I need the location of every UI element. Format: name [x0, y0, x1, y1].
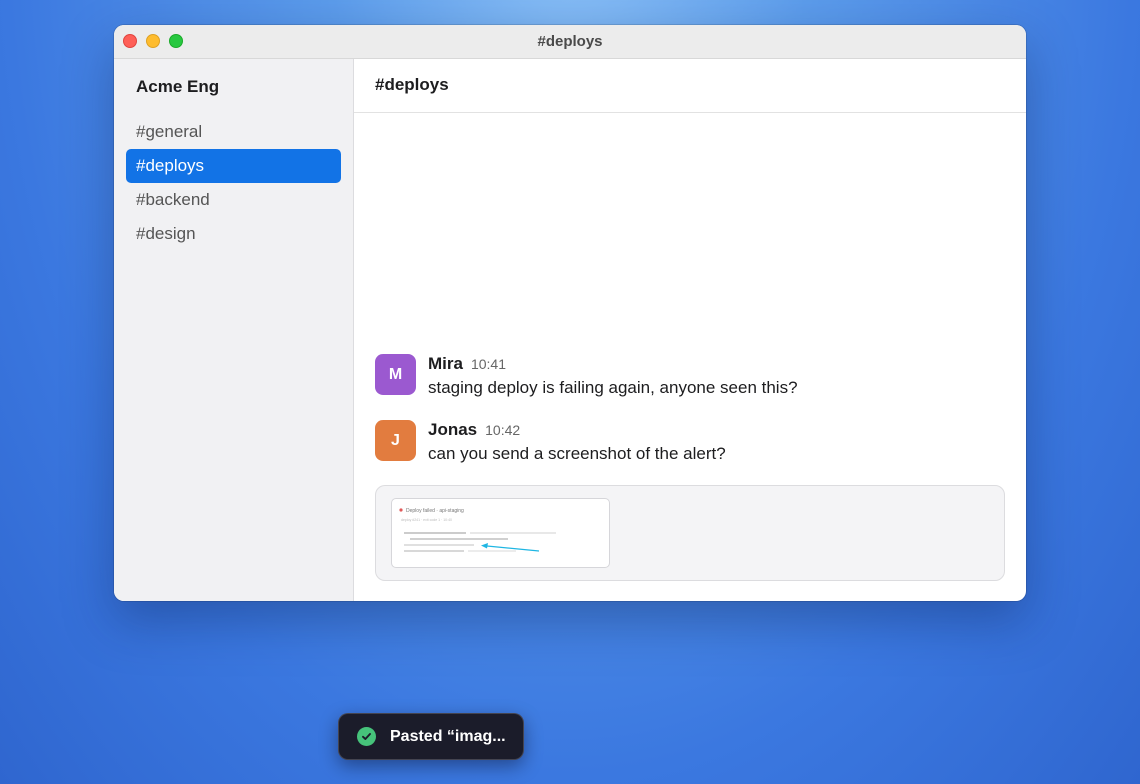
thumbnail-subtitle: deploy #241 · exit code 1 · 10:40 — [401, 518, 452, 522]
sidebar-item-general[interactable]: #general — [126, 115, 341, 149]
sidebar-item-deploys[interactable]: #deploys — [126, 149, 341, 183]
message-timestamp: 10:42 — [485, 422, 521, 438]
close-window-button[interactable] — [123, 34, 137, 48]
message: M Mira 10:41 staging deploy is failing a… — [375, 354, 798, 398]
zoom-window-button[interactable] — [169, 34, 183, 48]
sidebar: Acme Eng #general #deploys #backend #des… — [114, 59, 354, 601]
title-bar: #deploys — [114, 25, 1026, 59]
minimize-window-button[interactable] — [146, 34, 160, 48]
avatar[interactable]: J — [375, 420, 416, 461]
message-author[interactable]: Jonas — [428, 420, 477, 440]
sidebar-item-backend[interactable]: #backend — [126, 183, 341, 217]
screenshot-thumbnail-image: Deploy failed · api-staging deploy #241 … — [399, 508, 556, 552]
window-controls — [123, 34, 183, 48]
channel-view: #deploys M Mira 10:41 staging deploy is … — [354, 59, 1026, 601]
message-text: staging deploy is failing again, anyone … — [428, 378, 798, 397]
screenshot-thumbnail[interactable]: Deploy failed · api-staging deploy #241 … — [391, 498, 610, 568]
message-text: can you send a screenshot of the alert? — [428, 444, 726, 463]
message-list: M Mira 10:41 staging deploy is failing a… — [354, 113, 1026, 601]
annotation-arrowhead — [481, 543, 488, 549]
thumbnail-title: Deploy failed · api-staging — [406, 508, 464, 514]
channel-title: #deploys — [354, 59, 1026, 113]
message: J Jonas 10:42 can you send a screenshot … — [375, 420, 726, 464]
paste-toast: Pasted “imag... — [338, 713, 524, 760]
message-timestamp: 10:41 — [470, 356, 507, 372]
workspace-name: Acme Eng — [136, 77, 220, 96]
sidebar-item-design[interactable]: #design — [126, 217, 341, 251]
toast-message: Pasted “imag... — [390, 727, 506, 745]
app-window: #deploys Acme Eng #general #deploys #bac… — [114, 25, 1026, 601]
message-author[interactable]: Mira — [428, 354, 463, 374]
window-title: #deploys — [537, 33, 603, 50]
avatar[interactable]: M — [375, 354, 416, 395]
pasted-attachment-preview: Deploy failed · api-staging deploy #241 … — [375, 485, 1005, 581]
check-circle-icon — [357, 727, 376, 746]
